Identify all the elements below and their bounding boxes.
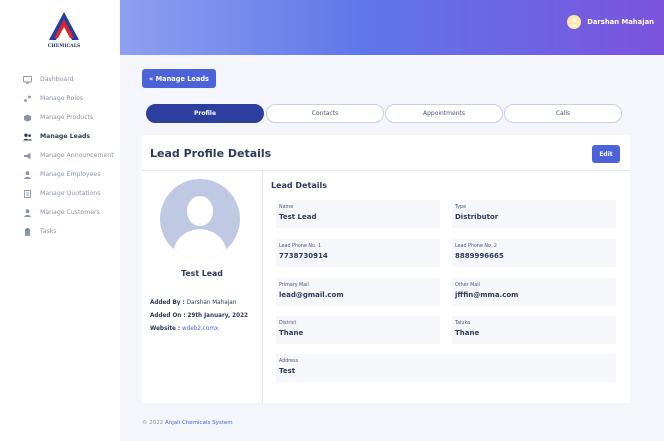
- clipboard-icon: [22, 227, 32, 237]
- footer-copyright: © 2022: [142, 420, 164, 426]
- user-icon: [22, 170, 32, 180]
- profile-picture: [160, 179, 240, 259]
- divider: [262, 171, 263, 403]
- field-value: Test: [279, 367, 296, 375]
- sidebar-item-label: Manage Quotations: [40, 190, 101, 197]
- tab-calls[interactable]: Calls: [504, 104, 622, 123]
- divider: [142, 170, 630, 171]
- tab-contacts[interactable]: Contacts: [266, 104, 384, 123]
- logo-icon: CHEMICALS: [48, 12, 81, 49]
- field-value: jfffin@mma.com: [455, 291, 519, 299]
- field-value: Thane: [455, 329, 480, 337]
- user-menu[interactable]: Darshan Mahajan: [567, 15, 654, 29]
- added-on: Added On : 29th January, 2022: [150, 313, 248, 319]
- field-district: District Thane: [276, 316, 440, 344]
- field-label: Primary Mail: [279, 283, 309, 288]
- user-avatar-icon: [570, 18, 578, 27]
- sidebar-item-label: Manage Employees: [40, 171, 101, 178]
- sidebar-item-label: Manage Products: [40, 114, 94, 121]
- sidebar-item-label: Dashboard: [40, 76, 74, 83]
- sidebar-item-label: Manage Leads: [40, 133, 91, 140]
- sidebar-item-dashboard[interactable]: Dashboard: [0, 70, 120, 89]
- page-title: Lead Profile Details: [150, 147, 272, 160]
- field-value: Test Lead: [279, 213, 317, 221]
- field-value: lead@gmail.com: [279, 291, 344, 299]
- avatar: [567, 15, 582, 29]
- field-label: Lead Phone No. 2: [455, 244, 497, 249]
- lead-details-title: Lead Details: [271, 181, 327, 190]
- website: Website : wdeb2.comx: [150, 326, 218, 332]
- added-on-label: Added On :: [150, 313, 186, 319]
- field-value: Thane: [279, 329, 304, 337]
- field-value: 8889996665: [455, 252, 504, 260]
- added-by-value: Darshan Mahajan: [186, 300, 237, 306]
- field-label: Name: [279, 205, 294, 210]
- footer: © 2022 Anjali Chemicals System: [142, 420, 233, 426]
- sidebar-item-manage-quotations[interactable]: Manage Quotations: [0, 184, 120, 203]
- user-icon: [22, 208, 32, 218]
- sidebar-item-manage-products[interactable]: Manage Products: [0, 108, 120, 127]
- field-phone-2: Lead Phone No. 2 8889996665: [452, 239, 616, 267]
- added-on-value: 29th January, 2022: [187, 313, 248, 319]
- field-label: Type: [455, 205, 467, 210]
- field-value: Distributor: [455, 213, 499, 221]
- sidebar-item-label: Manage Announcement: [40, 152, 114, 159]
- person-placeholder-icon: [172, 196, 228, 259]
- field-label: District: [279, 321, 297, 326]
- field-label: Taluka: [455, 321, 471, 326]
- document-icon: [22, 189, 32, 199]
- field-type: Type Distributor: [452, 200, 616, 228]
- field-other-mail: Other Mail jfffin@mma.com: [452, 278, 616, 306]
- box-icon: [22, 113, 32, 123]
- field-value: 7738730914: [279, 252, 328, 260]
- sidebar-item-manage-customers[interactable]: Manage Customers: [0, 203, 120, 222]
- field-address: Address Test: [276, 354, 616, 382]
- users-icon: [22, 132, 32, 142]
- tab-profile[interactable]: Profile: [146, 104, 264, 123]
- sidebar: CHEMICALS Dashboard Manage Roles Manage …: [0, 0, 120, 441]
- lead-name: Test Lead: [181, 269, 223, 278]
- field-label: Lead Phone No. 1: [279, 244, 321, 249]
- megaphone-icon: [22, 151, 32, 161]
- field-phone-1: Lead Phone No. 1 7738730914: [276, 239, 440, 267]
- edit-button[interactable]: Edit: [592, 145, 620, 163]
- field-label: Address: [279, 359, 299, 364]
- sidebar-item-manage-employees[interactable]: Manage Employees: [0, 165, 120, 184]
- sidebar-nav: Dashboard Manage Roles Manage Products M…: [0, 70, 120, 241]
- company-logo[interactable]: CHEMICALS: [43, 10, 85, 50]
- sidebar-item-manage-announcement[interactable]: Manage Announcement: [0, 146, 120, 165]
- top-header: Darshan Mahajan: [120, 0, 664, 55]
- sidebar-item-label: Tasks: [40, 228, 57, 235]
- added-by: Added By : Darshan Mahajan: [150, 300, 236, 306]
- website-label: Website :: [150, 326, 181, 332]
- field-taluka: Taluka Thane: [452, 316, 616, 344]
- sidebar-item-label: Manage Roles: [40, 95, 84, 102]
- field-label: Other Mail: [455, 283, 480, 288]
- user-name: Darshan Mahajan: [587, 18, 654, 26]
- website-link[interactable]: wdeb2.comx: [182, 326, 218, 332]
- sidebar-item-manage-leads[interactable]: Manage Leads: [0, 127, 120, 146]
- sidebar-item-tasks[interactable]: Tasks: [0, 222, 120, 241]
- tab-appointments[interactable]: Appointments: [385, 104, 503, 123]
- tab-bar: Profile Contacts Appointments Calls: [146, 104, 622, 123]
- roles-icon: [22, 94, 32, 104]
- added-by-label: Added By :: [150, 300, 185, 306]
- monitor-icon: [22, 75, 32, 85]
- sidebar-item-manage-roles[interactable]: Manage Roles: [0, 89, 120, 108]
- field-primary-mail: Primary Mail lead@gmail.com: [276, 278, 440, 306]
- manage-leads-back-button[interactable]: « Manage Leads: [142, 69, 216, 88]
- field-name: Name Test Lead: [276, 200, 440, 228]
- footer-brand-link[interactable]: Anjali Chemicals System: [165, 420, 233, 426]
- lead-profile-card: Lead Profile Details Edit Test Lead Adde…: [142, 135, 630, 403]
- sidebar-item-label: Manage Customers: [40, 209, 100, 216]
- svg-text:CHEMICALS: CHEMICALS: [48, 43, 81, 49]
